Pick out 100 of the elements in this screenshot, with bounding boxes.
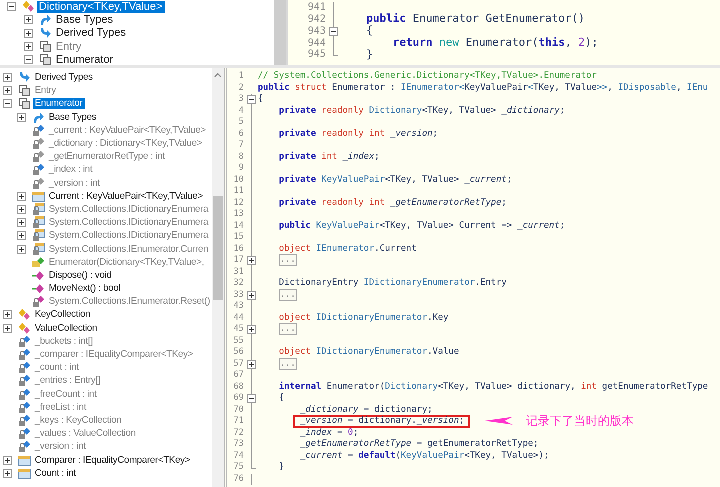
expand-icon[interactable]	[247, 325, 256, 334]
down-arrow-icon	[18, 71, 31, 84]
line-number: 16	[232, 242, 245, 256]
tree-item[interactable]: System.Collections.IDictionaryEnumera	[47, 217, 210, 228]
collapse-icon[interactable]	[3, 99, 12, 108]
lock-card-icon	[32, 242, 45, 256]
tree-item[interactable]: ValueCollection	[33, 322, 100, 334]
tree-item[interactable]: Base Types	[54, 14, 116, 26]
squares-icon	[39, 40, 52, 54]
collapse-icon[interactable]	[247, 394, 256, 404]
expand-icon[interactable]	[17, 231, 26, 240]
expand-icon[interactable]	[247, 290, 256, 300]
expand-icon[interactable]	[3, 86, 12, 96]
line-number: 13	[232, 208, 245, 222]
scroll-up-icon[interactable]	[214, 72, 222, 78]
code-line: {	[278, 392, 284, 406]
lock-diamond-icon	[18, 388, 31, 401]
line-number: 32	[232, 277, 245, 290]
tree-item[interactable]: Comparer : IEqualityComparer<TKey>	[33, 454, 192, 466]
code-line: _index = 0;	[299, 426, 359, 440]
card-icon	[32, 190, 45, 203]
expand-icon[interactable]	[247, 360, 256, 369]
tree-item[interactable]: _version : int	[33, 441, 88, 452]
annotation-text: 记录下了当时的版本	[526, 413, 634, 430]
code-line: }	[278, 461, 284, 474]
lock-diamond-icon	[18, 427, 31, 440]
tree-item[interactable]: Entry	[33, 85, 58, 96]
lock-card-icon	[32, 229, 45, 242]
card-icon	[18, 454, 31, 467]
tree-item[interactable]: _buckets : int[]	[33, 336, 96, 347]
tree-item[interactable]: _comparer : IEqualityComparer<TKey>	[33, 349, 196, 360]
expand-icon[interactable]	[24, 42, 33, 52]
tree-item[interactable]: _dictionary : Dictionary<TKey,TValue>	[47, 138, 204, 150]
line-number: 12	[232, 196, 245, 210]
tree-item[interactable]: Enumerator	[54, 54, 116, 65]
line-number: 76	[232, 472, 245, 486]
tree-item[interactable]: Base Types	[47, 112, 98, 123]
line-number: 8	[238, 150, 245, 164]
tree-item[interactable]: _version : int	[47, 178, 102, 189]
tree-item[interactable]: Current : KeyValuePair<TKey,TValue>	[47, 190, 206, 202]
tree-item[interactable]: Dispose() : void	[47, 270, 114, 281]
expand-icon[interactable]	[17, 218, 26, 228]
tree-item[interactable]: Enumerator(Dictionary<TKey,TValue>,	[47, 256, 206, 268]
tree-item[interactable]: Derived Types	[33, 72, 95, 84]
tree-item[interactable]: System.Collections.IDictionaryEnumera	[47, 230, 210, 242]
tree-item[interactable]: Dictionary<TKey,TValue>	[37, 0, 165, 13]
code-line: {	[258, 93, 264, 106]
expand-icon[interactable]	[17, 244, 26, 254]
code-line: public KeyValuePair<TKey, TValue> Current => _current;	[278, 220, 566, 233]
expand-icon[interactable]	[3, 324, 12, 333]
expand-icon[interactable]	[3, 456, 12, 465]
scrollbar[interactable]	[274, 0, 286, 65]
tree-item[interactable]: Enumerator	[33, 98, 85, 110]
collapse-icon[interactable]	[247, 95, 256, 104]
tree-item[interactable]: _freeList : int	[33, 402, 88, 413]
tree-item[interactable]: _values : ValueCollection	[33, 428, 138, 440]
up-arrow-icon	[39, 13, 52, 26]
expand-icon[interactable]	[24, 28, 33, 38]
line-number: 942	[306, 13, 327, 26]
expand-icon[interactable]	[17, 204, 26, 214]
gem-icon	[18, 308, 31, 322]
expand-icon[interactable]	[3, 310, 12, 320]
tree-item[interactable]: _index : int	[47, 164, 95, 176]
lock-card-icon	[32, 216, 45, 230]
expand-icon[interactable]	[3, 468, 12, 478]
tree-item[interactable]: Derived Types	[54, 27, 128, 40]
scrollbar[interactable]	[212, 68, 224, 487]
expand-icon[interactable]	[17, 192, 26, 201]
code-line: private KeyValuePair<TKey, TValue> _current;	[278, 174, 512, 187]
up-arrow-icon	[32, 110, 45, 124]
line-number: 70	[232, 404, 245, 416]
collapse-icon[interactable]	[329, 26, 338, 36]
expand-icon[interactable]	[247, 256, 256, 266]
code-line: }	[365, 46, 374, 63]
line-number: 69	[232, 392, 245, 406]
tree-item[interactable]: System.Collections.IDictionaryEnumera	[47, 204, 210, 215]
tree-item[interactable]: KeyCollection	[33, 309, 92, 320]
tree-item[interactable]: Count : int	[33, 468, 78, 479]
tree-item[interactable]: _count : int	[33, 362, 82, 374]
tree-item[interactable]: System.Collections.IEnumerator.Curren	[47, 244, 210, 255]
tree-item[interactable]: _keys : KeyCollection	[33, 414, 124, 426]
code-line: DictionaryEntry IDictionaryEnumerator.Entry	[278, 277, 507, 290]
collapse-icon[interactable]	[7, 2, 16, 12]
expand-icon[interactable]	[3, 73, 12, 82]
tree-item[interactable]: System.Collections.IEnumerator.Reset()	[47, 296, 212, 308]
tree-item[interactable]: _freeCount : int	[33, 388, 99, 400]
line-number: 6	[238, 128, 245, 140]
collapse-icon[interactable]	[24, 55, 33, 64]
line-number: 74	[232, 450, 245, 462]
line-number: 75	[232, 461, 245, 474]
tree-item[interactable]: _current : KeyValuePair<TKey,TValue>	[47, 124, 208, 136]
tree-item[interactable]: _entries : Entry[]	[33, 375, 103, 386]
expand-icon[interactable]	[17, 112, 26, 122]
tree-item[interactable]: _getEnumeratorRetType : int	[47, 151, 168, 162]
tree-item[interactable]: MoveNext() : bool	[47, 283, 123, 294]
tree-item[interactable]: Entry	[54, 40, 84, 53]
expand-icon[interactable]	[24, 15, 33, 24]
scrollbar-thumb[interactable]	[213, 196, 223, 300]
line-number: 941	[306, 1, 327, 14]
code-line: object IDictionaryEnumerator.Key	[278, 312, 449, 325]
